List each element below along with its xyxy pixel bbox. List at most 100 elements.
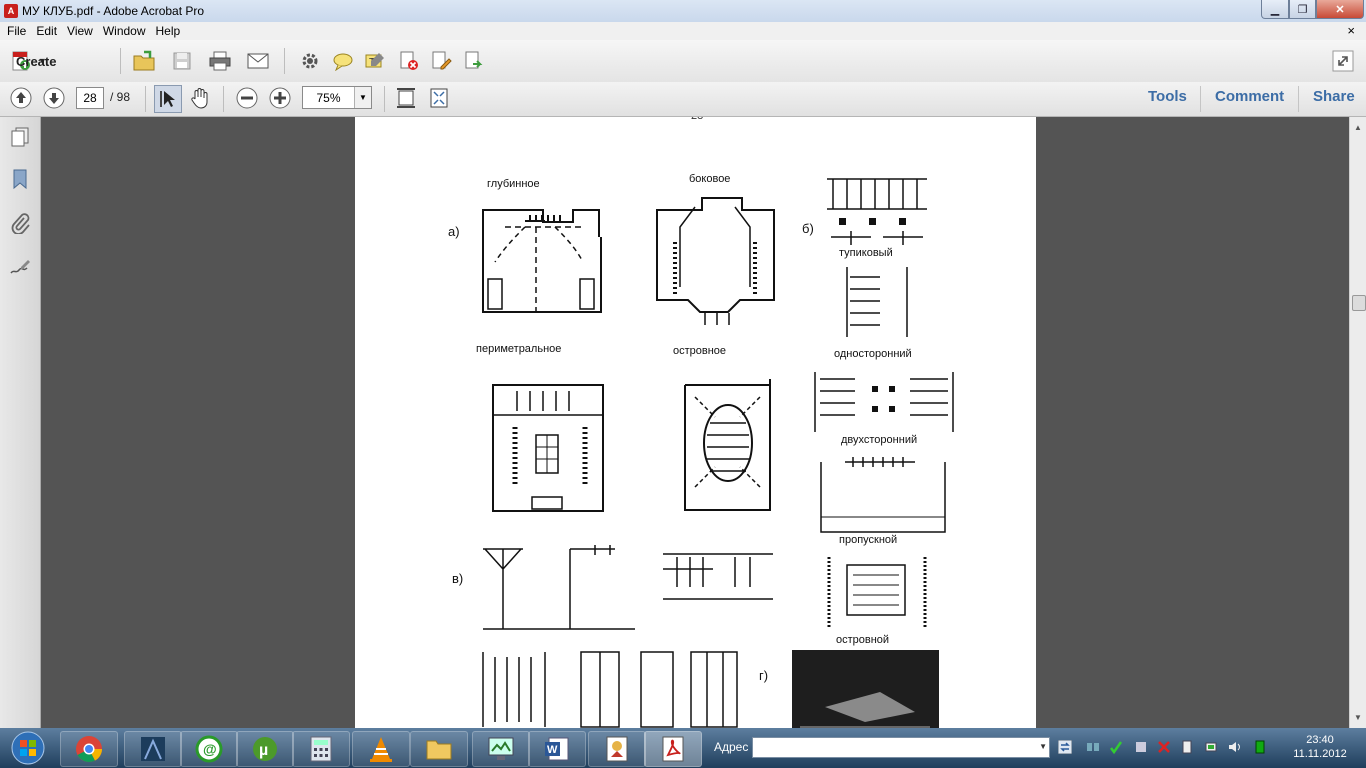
share-file-button[interactable] xyxy=(461,48,487,74)
highlight-text-icon: T xyxy=(365,53,384,68)
system-clock[interactable]: 23:40 11.11.2012 xyxy=(1286,733,1354,761)
go-arrow-icon[interactable] xyxy=(1058,740,1072,754)
create-button[interactable]: Create ▼ xyxy=(10,49,56,73)
gear-icon xyxy=(302,53,318,69)
chevron-down-icon[interactable]: ▼ xyxy=(1039,742,1047,751)
menu-edit[interactable]: Edit xyxy=(36,24,57,38)
monitor-icon xyxy=(488,737,514,760)
address-label: Адрес xyxy=(714,740,749,754)
taskbar-program[interactable] xyxy=(124,731,182,767)
email-button[interactable] xyxy=(245,48,271,74)
clock-date: 11.11.2012 xyxy=(1293,748,1347,760)
action-center-icon[interactable] xyxy=(1157,740,1171,754)
settings-button[interactable] xyxy=(297,48,323,74)
volume-tray-icon[interactable] xyxy=(1228,740,1242,754)
close-document-button[interactable]: × xyxy=(1347,23,1355,38)
scroll-down-icon[interactable]: ▼ xyxy=(1354,713,1362,722)
bookmarks-button[interactable] xyxy=(8,167,32,191)
address-input[interactable]: ▼ xyxy=(752,737,1050,758)
title-bar: A МУ КЛУБ.pdf - Adobe Acrobat Pro xyxy=(0,0,1366,22)
delete-page-icon xyxy=(400,51,418,70)
pages-icon xyxy=(11,127,29,147)
send-file-icon xyxy=(465,51,483,69)
folder-icon xyxy=(426,740,452,760)
taskbar: @ µ W Адрес ▼ 23:40 11.11.2012 xyxy=(0,728,1366,768)
taskbar-utorrent[interactable]: µ xyxy=(236,731,294,767)
next-page-button[interactable] xyxy=(41,85,67,111)
close-button[interactable]: ✕ xyxy=(1316,0,1364,19)
usb-tray-icon[interactable] xyxy=(1180,740,1194,754)
arrow-up-icon xyxy=(10,87,32,109)
save-button[interactable] xyxy=(169,48,195,74)
full-screen-button[interactable] xyxy=(426,85,452,111)
taskbar-mail-agent[interactable]: @ xyxy=(180,731,238,767)
maximize-button[interactable]: ❐ xyxy=(1289,0,1316,19)
open-folder-icon xyxy=(133,50,155,71)
speech-bubble-icon xyxy=(333,53,353,71)
battery-tray-icon[interactable] xyxy=(1253,740,1267,754)
chevron-down-icon[interactable]: ▼ xyxy=(354,87,371,108)
attachments-button[interactable] xyxy=(8,211,32,235)
menu-view[interactable]: View xyxy=(67,24,93,38)
mail-agent-icon: @ xyxy=(195,735,223,763)
taskbar-chrome[interactable] xyxy=(60,731,118,767)
taskbar-word[interactable]: W xyxy=(528,731,586,767)
menu-file[interactable]: File xyxy=(7,24,26,38)
calculator-icon xyxy=(310,736,332,762)
create-label: Create xyxy=(16,53,57,69)
delete-button[interactable] xyxy=(396,48,422,74)
taskbar-vlc[interactable] xyxy=(352,731,410,767)
pdf-page: 28 глубинное боковое а) б) тупиковый пер… xyxy=(355,117,1036,728)
svg-text:µ: µ xyxy=(259,742,268,759)
floor-plan-drawings xyxy=(482,178,954,728)
network-tray-icon[interactable] xyxy=(1086,740,1100,754)
taskbar-acrobat[interactable] xyxy=(644,731,702,767)
expand-button[interactable] xyxy=(1330,48,1356,74)
zoom-select[interactable]: 75% ▼ xyxy=(302,86,372,109)
vertical-scrollbar[interactable]: ▲ ▼ xyxy=(1349,117,1366,728)
power-tray-icon[interactable] xyxy=(1204,740,1218,754)
comment-button[interactable] xyxy=(330,48,356,74)
hand-icon xyxy=(191,88,208,109)
antivirus-tray-icon[interactable] xyxy=(1109,740,1123,754)
start-button[interactable] xyxy=(2,730,54,766)
highlight-button[interactable]: T xyxy=(362,48,388,74)
expand-icon xyxy=(1332,50,1354,72)
page-thumbnails-button[interactable] xyxy=(8,125,32,149)
minimize-button[interactable]: ▁ xyxy=(1261,0,1289,19)
open-button[interactable] xyxy=(131,48,157,74)
previous-page-button[interactable] xyxy=(8,85,34,111)
share-panel-button[interactable]: Share xyxy=(1313,88,1355,105)
taskbar-explorer[interactable] xyxy=(410,731,468,767)
scroll-up-icon[interactable]: ▲ xyxy=(1354,123,1362,132)
page-number-input[interactable]: 28 xyxy=(76,87,104,109)
comment-panel-button[interactable]: Comment xyxy=(1215,88,1284,105)
document-viewer[interactable]: 28 глубинное боковое а) б) тупиковый пер… xyxy=(41,117,1349,728)
print-button[interactable] xyxy=(207,48,233,74)
scroll-thumb[interactable] xyxy=(1352,295,1366,311)
hand-tool-button[interactable] xyxy=(187,85,213,111)
zoom-out-button[interactable] xyxy=(234,85,260,111)
acrobat-icon xyxy=(662,736,684,762)
paperclip-icon xyxy=(11,213,30,234)
clock-time: 23:40 xyxy=(1306,734,1334,746)
menu-help[interactable]: Help xyxy=(156,24,181,38)
taskbar-calculator[interactable] xyxy=(292,731,350,767)
zoom-in-icon xyxy=(269,87,291,109)
email-icon xyxy=(247,53,269,69)
navigation-pane xyxy=(0,117,41,728)
fit-window-icon xyxy=(430,88,448,108)
menu-window[interactable]: Window xyxy=(103,24,146,38)
zoom-in-button[interactable] xyxy=(267,85,293,111)
signatures-button[interactable] xyxy=(8,255,32,279)
sign-button[interactable] xyxy=(428,48,454,74)
tools-panel-button[interactable]: Tools xyxy=(1148,88,1187,105)
sign-document-icon xyxy=(432,51,452,70)
taskbar-monitor[interactable] xyxy=(472,731,530,767)
playing-card-icon xyxy=(606,736,628,762)
update-tray-icon[interactable] xyxy=(1134,740,1148,754)
chrome-icon xyxy=(76,736,102,762)
fit-width-button[interactable] xyxy=(393,85,419,111)
taskbar-solitaire[interactable] xyxy=(588,731,646,767)
select-tool-button[interactable] xyxy=(154,85,182,113)
